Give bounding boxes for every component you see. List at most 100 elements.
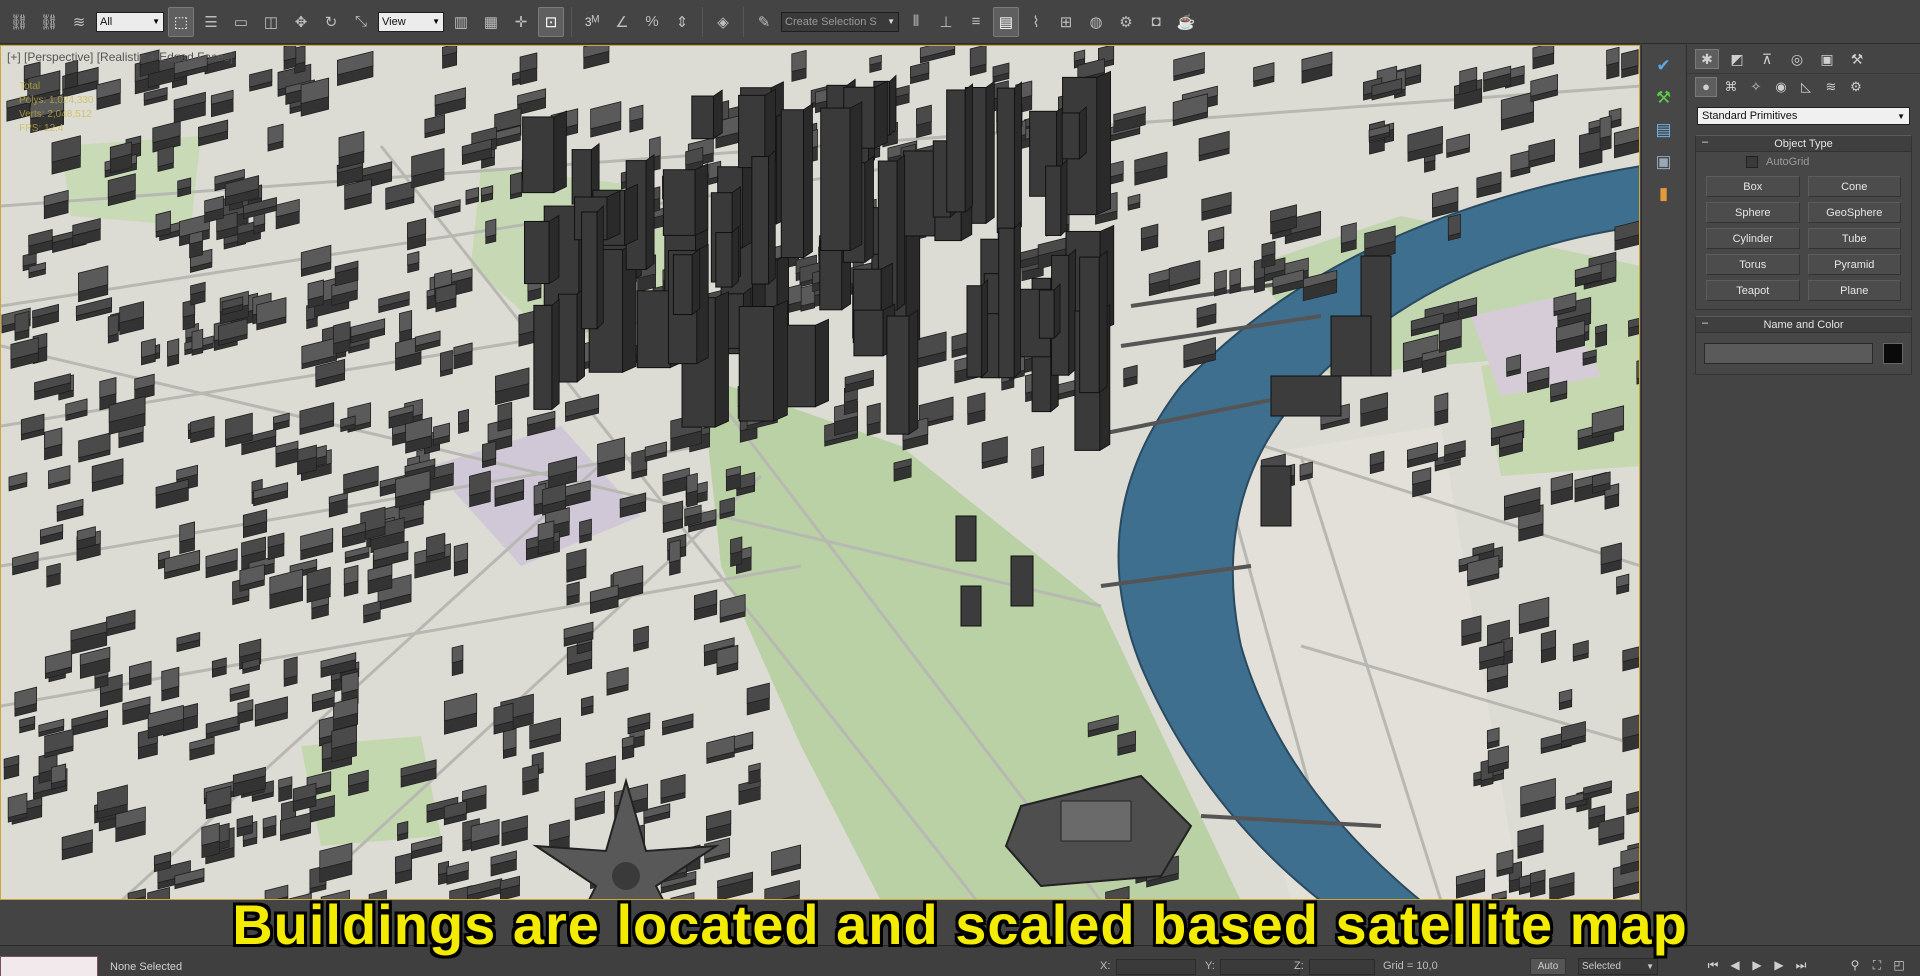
select-by-name-icon[interactable]: ☰ [198, 7, 224, 37]
zoom-extents-icon[interactable]: ⛶ [1868, 956, 1886, 974]
play-icon[interactable]: ▶ [1748, 956, 1766, 974]
mirror-icon[interactable]: ⫴ [903, 7, 929, 37]
populate-icon[interactable]: ▣ [1649, 149, 1679, 175]
pyramid-button[interactable]: Pyramid [1807, 254, 1901, 275]
primitive-type-dropdown[interactable]: Standard Primitives ▼ [1697, 107, 1910, 125]
building [493, 702, 514, 735]
scale-icon[interactable]: ⤡ [348, 7, 374, 37]
viewport-label[interactable]: [+] [Perspective] [Realistic + Edged Fac… [7, 50, 233, 64]
perspective-viewport[interactable]: [+] [Perspective] [Realistic + Edged Fac… [0, 45, 1640, 900]
link-icon[interactable]: ⛓ [6, 7, 32, 37]
building [1506, 354, 1521, 378]
sphere-button[interactable]: Sphere [1706, 202, 1800, 223]
snaps-toggle-icon[interactable]: 3ᴹ [579, 7, 605, 37]
object-type-header[interactable]: – Object Type [1696, 136, 1911, 152]
goto-start-icon[interactable]: ⏮ [1704, 956, 1722, 974]
maxscript-listener[interactable] [0, 956, 98, 976]
create-tab-icon[interactable]: ✱ [1695, 49, 1719, 69]
prev-frame-icon[interactable]: ◀ [1726, 956, 1744, 974]
cameras-icon[interactable]: ◉ [1770, 77, 1792, 97]
geosphere-button[interactable]: GeoSphere [1807, 202, 1901, 223]
named-selection-set-dropdown[interactable]: Create Selection S ▼ [781, 11, 899, 32]
lights-icon[interactable]: ✧ [1745, 77, 1767, 97]
bind-icon[interactable]: ≋ [66, 7, 92, 37]
selection-filter-dropdown[interactable]: All ▼ [96, 11, 164, 32]
unlink-icon[interactable]: ⛓ [36, 7, 62, 37]
object-color-swatch[interactable] [1883, 343, 1903, 364]
hierarchy-tab-icon[interactable]: ⊼ [1755, 49, 1779, 69]
next-frame-icon[interactable]: ▶ [1770, 956, 1788, 974]
move-icon[interactable]: ✥ [288, 7, 314, 37]
curve-editor-icon[interactable]: ⌇ [1023, 7, 1049, 37]
align-icon[interactable]: ⊥ [933, 7, 959, 37]
box-button[interactable]: Box [1706, 176, 1800, 197]
y-coordinate-field[interactable] [1220, 959, 1300, 975]
autogrid-checkbox[interactable] [1746, 156, 1758, 168]
goto-end-icon[interactable]: ⏭ [1792, 956, 1810, 974]
edit-named-sel-icon[interactable]: ◈ [710, 7, 736, 37]
plane-button[interactable]: Plane [1807, 280, 1901, 301]
schematic-view-icon[interactable]: ⊞ [1053, 7, 1079, 37]
paint-tool-icon[interactable]: ⚒ [1649, 85, 1679, 111]
display-tab-icon[interactable]: ▣ [1815, 49, 1839, 69]
named-sel-icon[interactable]: ✎ [751, 7, 777, 37]
building [161, 666, 180, 702]
scene-explorer-icon[interactable]: ▤ [993, 6, 1019, 37]
building [397, 820, 409, 842]
utilities-tab-icon[interactable]: ⚒ [1845, 49, 1869, 69]
percent-snap-icon[interactable]: % [639, 7, 665, 37]
toolbar-separator [743, 6, 744, 37]
window-crossing-icon[interactable]: ◫ [258, 7, 284, 37]
keyboard-shortcut-icon[interactable]: ⊡ [538, 6, 564, 37]
tube-button[interactable]: Tube [1807, 228, 1901, 249]
auto-key-button[interactable]: Auto [1530, 958, 1566, 975]
key-filter-dropdown[interactable]: Selected ▼ [1578, 958, 1658, 975]
material-editor-icon[interactable]: ◍ [1083, 7, 1109, 37]
motion-tab-icon[interactable]: ◎ [1785, 49, 1809, 69]
modify-tab-icon[interactable]: ◩ [1725, 49, 1749, 69]
z-coordinate-field[interactable] [1309, 959, 1375, 975]
building [331, 724, 357, 763]
zoom-icon[interactable]: ⚲ [1846, 956, 1864, 974]
layer-explorer-icon[interactable]: ≡ [963, 7, 989, 37]
skyscraper [781, 318, 829, 408]
systems-icon[interactable]: ⚙ [1845, 77, 1867, 97]
building [537, 520, 555, 555]
cylinder-button[interactable]: Cylinder [1706, 228, 1800, 249]
rotate-icon[interactable]: ↻ [318, 7, 344, 37]
space-warps-icon[interactable]: ≋ [1820, 77, 1842, 97]
shapes-icon[interactable]: ⌘ [1720, 77, 1742, 97]
x-coordinate-field[interactable] [1116, 959, 1196, 975]
reference-coord-dropdown[interactable]: View ▼ [378, 11, 444, 32]
geometry-icon[interactable]: ● [1695, 76, 1717, 97]
teapot-button[interactable]: Teapot [1706, 280, 1800, 301]
angle-snap-icon[interactable]: ∠ [609, 7, 635, 37]
spinner-snap-icon[interactable]: ⇕ [669, 7, 695, 37]
checkmark-icon[interactable]: ✔ [1649, 53, 1679, 79]
helpers-icon[interactable]: ◺ [1795, 77, 1817, 97]
toolbar-separator [571, 6, 572, 37]
select-object-icon[interactable]: ⬚ [168, 6, 194, 37]
torus-button[interactable]: Torus [1706, 254, 1800, 275]
building [283, 46, 297, 71]
maximize-viewport-icon[interactable]: ◰ [1890, 956, 1908, 974]
pivot-center-icon[interactable]: ▦ [478, 7, 504, 37]
building [1487, 745, 1509, 774]
graphite-modeling-icon[interactable]: ▤ [1649, 117, 1679, 143]
building [453, 542, 469, 577]
skyscraper [1010, 555, 1034, 607]
render-frame-icon[interactable]: ◘ [1143, 7, 1169, 37]
render-setup-icon[interactable]: ⚙ [1113, 7, 1139, 37]
object-name-field[interactable] [1704, 343, 1873, 364]
cone-button[interactable]: Cone [1807, 176, 1901, 197]
select-manipulate-icon[interactable]: ✛ [508, 7, 534, 37]
rect-region-icon[interactable]: ▭ [228, 7, 254, 37]
teapot-render-icon[interactable]: ☕ [1173, 7, 1199, 37]
rollout-title: Object Type [1774, 137, 1833, 150]
building [1600, 542, 1622, 575]
name-and-color-header[interactable]: – Name and Color [1696, 317, 1911, 333]
side-toolbar-strip: ✔ ⚒ ▤ ▣ ▮ [1641, 45, 1685, 945]
pivot-icon[interactable]: ▥ [448, 7, 474, 37]
building [451, 644, 464, 677]
freeform-icon[interactable]: ▮ [1649, 181, 1679, 207]
